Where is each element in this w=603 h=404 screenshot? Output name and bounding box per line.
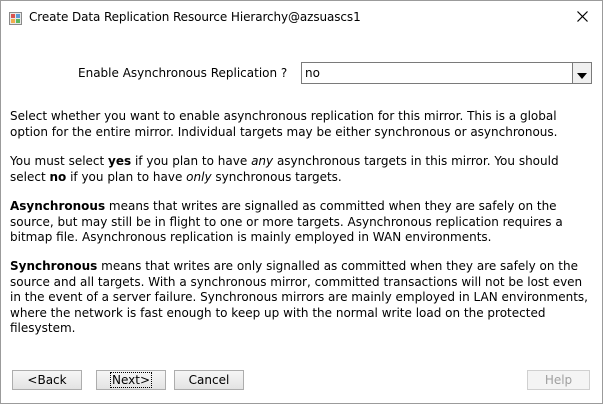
next-button[interactable]: Next> <box>96 370 166 390</box>
asynchronous-term: Asynchronous <box>10 199 106 213</box>
close-button[interactable] <box>562 1 602 32</box>
paragraph-asynchronous: Asynchronous means that writes are signa… <box>10 199 563 244</box>
back-button[interactable]: <Back <box>12 370 82 390</box>
help-button[interactable]: Help <box>527 370 590 390</box>
close-icon <box>576 7 588 26</box>
async-replication-select[interactable]: no <box>301 62 592 84</box>
paragraph-selection: You must select yes if you plan to have … <box>10 154 559 184</box>
dialog-content: Enable Asynchronous Replication ? no Sel… <box>1 33 602 403</box>
cancel-button[interactable]: Cancel <box>174 370 244 390</box>
dialog-window: Create Data Replication Resource Hierarc… <box>0 0 603 404</box>
dropdown-button[interactable] <box>572 63 591 83</box>
title-bar[interactable]: Create Data Replication Resource Hierarc… <box>1 1 602 33</box>
paragraph-synchronous: Synchronous means that writes are only s… <box>10 259 588 335</box>
async-replication-row: Enable Asynchronous Replication ? no <box>1 62 602 84</box>
synchronous-term: Synchronous <box>10 259 98 273</box>
async-replication-value: no <box>305 66 320 80</box>
async-replication-label: Enable Asynchronous Replication ? <box>78 66 288 80</box>
window-title: Create Data Replication Resource Hierarc… <box>29 10 361 24</box>
app-icon <box>9 10 22 25</box>
chevron-down-icon <box>577 64 587 83</box>
paragraph-intro: Select whether you want to enable asynch… <box>10 109 558 139</box>
